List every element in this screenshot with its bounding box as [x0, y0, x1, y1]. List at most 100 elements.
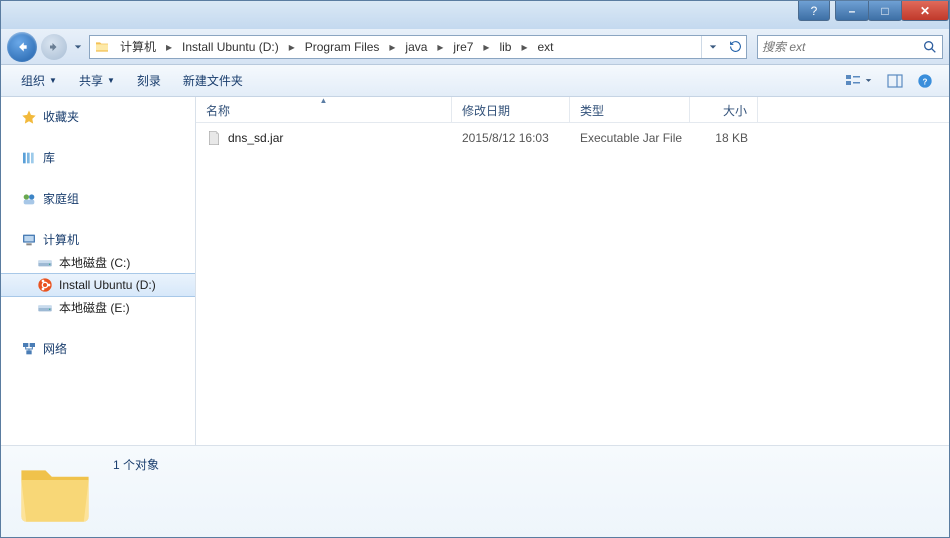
sort-asc-icon: ▲: [320, 96, 328, 105]
help-toolbar-button[interactable]: ?: [911, 70, 939, 92]
favorites-label: 收藏夹: [43, 108, 79, 125]
breadcrumb-item[interactable]: jre7: [447, 40, 479, 54]
file-size: 18 KB: [690, 131, 758, 145]
column-size[interactable]: 大小: [690, 97, 758, 122]
view-icon: [845, 74, 861, 88]
ubuntu-icon: [37, 277, 53, 293]
history-dropdown[interactable]: [71, 43, 85, 51]
new-folder-label: 新建文件夹: [183, 72, 243, 89]
preview-pane-icon: [887, 74, 903, 88]
column-type[interactable]: 类型: [570, 97, 690, 122]
library-icon: [21, 150, 37, 166]
chevron-down-icon: [74, 43, 82, 51]
breadcrumb-item[interactable]: java: [399, 40, 433, 54]
large-folder-icon: [15, 456, 95, 528]
search-icon[interactable]: [922, 39, 938, 55]
navigation-pane: 收藏夹 库 家庭组 计算机: [1, 97, 196, 445]
chevron-down-icon: [865, 77, 872, 84]
search-box[interactable]: [757, 35, 943, 59]
star-icon: [21, 109, 37, 125]
column-headers: ▲名称 修改日期 类型 大小: [196, 97, 949, 123]
details-pane: 1 个对象: [1, 445, 949, 537]
breadcrumb-item[interactable]: ext: [531, 40, 559, 54]
forward-button[interactable]: [41, 34, 67, 60]
chevron-right-icon[interactable]: ▸: [162, 40, 176, 54]
chevron-down-icon: ▼: [107, 76, 115, 85]
drive-c[interactable]: 本地磁盘 (C:): [1, 251, 195, 274]
question-icon: ?: [811, 4, 818, 18]
arrow-right-icon: [48, 41, 60, 53]
network-group[interactable]: 网络: [1, 337, 195, 360]
breadcrumb-item[interactable]: lib: [493, 40, 517, 54]
file-type: Executable Jar File: [570, 131, 690, 145]
chevron-down-icon: [709, 43, 717, 51]
refresh-icon: [729, 40, 742, 53]
view-options-button[interactable]: [837, 70, 879, 92]
libraries-group[interactable]: 库: [1, 146, 195, 169]
favorites-group[interactable]: 收藏夹: [1, 105, 195, 128]
title-bar: ? – □ ✕: [1, 1, 949, 29]
search-input[interactable]: [762, 40, 922, 54]
chevron-right-icon[interactable]: ▸: [385, 40, 399, 54]
breadcrumb-item[interactable]: 计算机: [114, 38, 162, 55]
maximize-button[interactable]: □: [868, 1, 902, 21]
chevron-right-icon[interactable]: ▸: [433, 40, 447, 54]
toolbar: 组织 ▼ 共享 ▼ 刻录 新建文件夹 ?: [1, 65, 949, 97]
burn-button[interactable]: 刻录: [127, 68, 171, 93]
folder-icon: [94, 39, 110, 55]
breadcrumb: 计算机▸ Install Ubuntu (D:)▸ Program Files▸…: [114, 36, 559, 58]
help-button[interactable]: ?: [798, 1, 830, 21]
file-list-area: ▲名称 修改日期 类型 大小 dns_sd.jar 2015/8/12 16:0…: [196, 97, 949, 445]
organize-label: 组织: [21, 72, 45, 89]
navigation-bar: 计算机▸ Install Ubuntu (D:)▸ Program Files▸…: [1, 29, 949, 65]
share-button[interactable]: 共享 ▼: [69, 68, 125, 93]
minimize-button[interactable]: –: [835, 1, 869, 21]
refresh-button[interactable]: [724, 36, 746, 58]
burn-label: 刻录: [137, 72, 161, 89]
computer-label: 计算机: [43, 231, 79, 248]
column-name[interactable]: ▲名称: [196, 97, 452, 122]
libraries-label: 库: [43, 149, 55, 166]
preview-pane-button[interactable]: [881, 70, 909, 92]
computer-icon: [21, 232, 37, 248]
column-date[interactable]: 修改日期: [452, 97, 570, 122]
maximize-icon: □: [881, 4, 888, 18]
chevron-right-icon[interactable]: ▸: [517, 40, 531, 54]
homegroup[interactable]: 家庭组: [1, 187, 195, 210]
close-button[interactable]: ✕: [901, 1, 949, 21]
arrow-left-icon: [15, 40, 29, 54]
address-bar[interactable]: 计算机▸ Install Ubuntu (D:)▸ Program Files▸…: [89, 35, 747, 59]
breadcrumb-item[interactable]: Install Ubuntu (D:): [176, 40, 285, 54]
svg-text:?: ?: [923, 77, 928, 86]
drive-label: Install Ubuntu (D:): [59, 278, 156, 292]
chevron-right-icon[interactable]: ▸: [479, 40, 493, 54]
drive-icon: [37, 300, 53, 316]
explorer-body: 收藏夹 库 家庭组 计算机: [1, 97, 949, 445]
file-name: dns_sd.jar: [228, 131, 283, 145]
drive-d[interactable]: Install Ubuntu (D:): [1, 273, 195, 297]
homegroup-icon: [21, 191, 37, 207]
share-label: 共享: [79, 72, 103, 89]
back-button[interactable]: [7, 32, 37, 62]
breadcrumb-item[interactable]: Program Files: [299, 40, 386, 54]
explorer-window: ? – □ ✕ 计算机▸ Install Ubuntu (D:)▸ Progra…: [0, 0, 950, 538]
drive-e[interactable]: 本地磁盘 (E:): [1, 296, 195, 319]
file-date: 2015/8/12 16:03: [452, 131, 570, 145]
organize-button[interactable]: 组织 ▼: [11, 68, 67, 93]
chevron-right-icon[interactable]: ▸: [285, 40, 299, 54]
help-icon: ?: [917, 73, 933, 89]
file-row[interactable]: dns_sd.jar 2015/8/12 16:03 Executable Ja…: [196, 127, 949, 149]
drive-label: 本地磁盘 (C:): [59, 254, 130, 271]
minimize-icon: –: [849, 4, 856, 18]
file-rows: dns_sd.jar 2015/8/12 16:03 Executable Ja…: [196, 123, 949, 153]
new-folder-button[interactable]: 新建文件夹: [173, 68, 253, 93]
address-dropdown[interactable]: [702, 36, 724, 58]
network-icon: [21, 341, 37, 357]
chevron-down-icon: ▼: [49, 76, 57, 85]
homegroup-label: 家庭组: [43, 190, 79, 207]
drive-label: 本地磁盘 (E:): [59, 299, 130, 316]
jar-file-icon: [206, 130, 222, 146]
computer-group[interactable]: 计算机: [1, 228, 195, 251]
network-label: 网络: [43, 340, 67, 357]
details-text: 1 个对象: [113, 452, 159, 473]
